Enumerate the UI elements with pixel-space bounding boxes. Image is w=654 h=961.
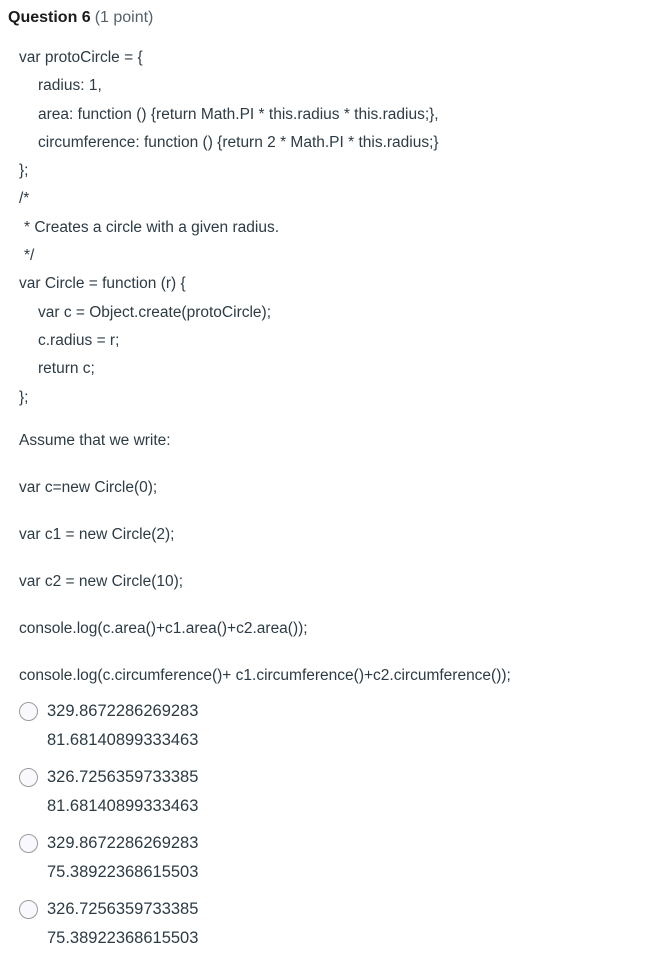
question-points: (1 point): [94, 9, 154, 26]
answer-options: 329.8672286269283 81.68140899333463 326.7…: [19, 697, 639, 961]
answer-option[interactable]: 329.8672286269283 81.68140899333463: [19, 697, 639, 754]
code-line: return c;: [38, 360, 95, 378]
answer-option-label: 326.7256359733385 75.38922368615503: [47, 900, 199, 947]
code-line: radius: 1,: [38, 77, 102, 95]
radio-button-icon[interactable]: [19, 900, 38, 919]
statement-line: var c2 = new Circle(10);: [19, 572, 184, 590]
answer-option[interactable]: 329.8672286269283 75.38922368615503: [19, 829, 639, 886]
assume-text: Assume that we write:: [19, 431, 171, 449]
radio-button-icon[interactable]: [19, 702, 38, 721]
radio-button-icon[interactable]: [19, 834, 38, 853]
answer-option[interactable]: 326.7256359733385 81.68140899333463: [19, 763, 639, 820]
code-line: };: [19, 388, 29, 406]
code-block: var protoCircle = { radius: 1, area: funct…: [19, 44, 639, 412]
code-line: area: function () {return Math.PI * this…: [38, 105, 439, 123]
code-line: var Circle = function (r) {: [19, 275, 186, 293]
question-body: var protoCircle = { radius: 1, area: funct…: [19, 44, 639, 686]
statement-line: console.log(c.circumference()+ c1.circum…: [19, 666, 511, 684]
statement-line: var c=new Circle(0);: [19, 478, 158, 496]
code-line: */: [24, 247, 35, 265]
question-header: Question 6 (1 point): [8, 8, 153, 28]
code-line: };: [19, 162, 29, 180]
statement-line: console.log(c.area()+c1.area()+c2.area()…: [19, 619, 308, 637]
answer-option[interactable]: 326.7256359733385 75.38922368615503: [19, 895, 639, 952]
answer-option-label: 329.8672286269283 75.38922368615503: [47, 834, 199, 881]
answer-option-label: 329.8672286269283 81.68140899333463: [47, 702, 199, 749]
code-line: var protoCircle = {: [19, 49, 143, 66]
code-line: c.radius = r;: [38, 331, 120, 349]
statement-line: var c1 = new Circle(2);: [19, 525, 175, 543]
code-line: var c = Object.create(protoCircle);: [38, 303, 272, 321]
page-title: Question 6: [8, 9, 91, 26]
code-line: * Creates a circle with a given radius.: [24, 218, 280, 236]
answer-option-label: 326.7256359733385 81.68140899333463: [47, 768, 199, 815]
question-page: Question 6 (1 point) var protoCircle = { r…: [0, 0, 654, 947]
code-line: circumference: function () {return 2 * M…: [38, 133, 439, 151]
radio-button-icon[interactable]: [19, 768, 38, 787]
code-line: /*: [19, 190, 30, 208]
